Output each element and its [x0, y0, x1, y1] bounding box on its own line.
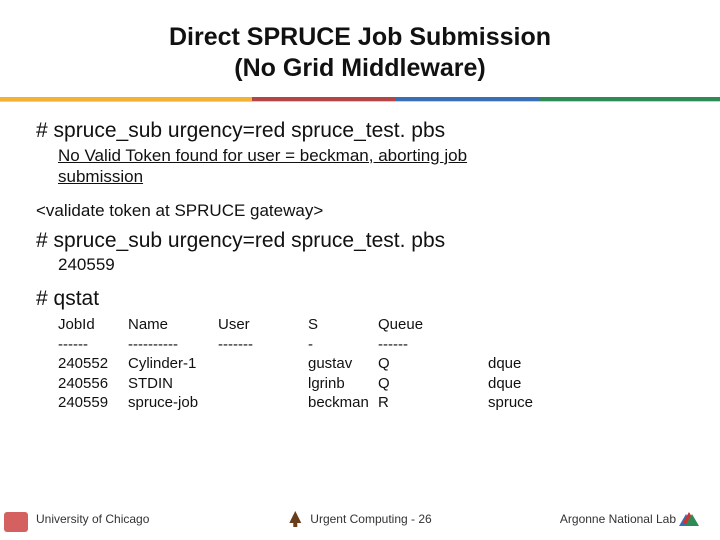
col-name: Name — [128, 315, 218, 335]
error-line-1: No Valid Token found for user = beckman,… — [58, 146, 467, 165]
title-line-1: Direct SPRUCE Job Submission — [169, 23, 551, 51]
slide-title: Direct SPRUCE Job Submission (No Grid Mi… — [0, 0, 720, 97]
title-line-2: (No Grid Middleware) — [234, 54, 485, 82]
col-jobid: JobId — [58, 315, 128, 335]
command-line-2: # spruce_sub urgency=red spruce_test. pb… — [36, 229, 684, 253]
footer-right: Argonne National Lab — [560, 512, 676, 526]
footer-left: University of Chicago — [36, 512, 149, 526]
slide-footer: University of Chicago Urgent Computing -… — [0, 512, 720, 526]
qstat-output: JobId Name User S Queue ------ ---------… — [58, 315, 684, 413]
validate-note: <validate token at SPRUCE gateway> — [36, 201, 684, 221]
col-dest — [488, 315, 578, 335]
spruce-tree-icon — [288, 511, 302, 527]
accent-bar — [0, 97, 720, 101]
qstat-row: 240559 spruce-job beckman R spruce — [58, 393, 684, 413]
qstat-row: 240552 Cylinder-1 gustav Q dque — [58, 354, 684, 374]
job-id-output: 240559 — [58, 255, 684, 275]
col-queue: Queue — [378, 315, 488, 335]
col-s: S — [308, 315, 378, 335]
argonne-logo-icon — [682, 512, 696, 526]
footer-center-text: Urgent Computing - — [310, 512, 415, 526]
qstat-header: JobId Name User S Queue — [58, 315, 684, 335]
command-line-3: # qstat — [36, 287, 684, 311]
qstat-divider: ------ ---------- ------- - ------ — [58, 335, 684, 355]
col-user: User — [218, 315, 308, 335]
command-line-1: # spruce_sub urgency=red spruce_test. pb… — [36, 119, 684, 143]
error-line-2: submission — [58, 167, 143, 186]
page-number: 26 — [418, 512, 431, 526]
qstat-row: 240556 STDIN lgrinb Q dque — [58, 374, 684, 394]
slide-content: # spruce_sub urgency=red spruce_test. pb… — [0, 103, 720, 413]
output-error-msg: No Valid Token found for user = beckman,… — [58, 145, 618, 188]
